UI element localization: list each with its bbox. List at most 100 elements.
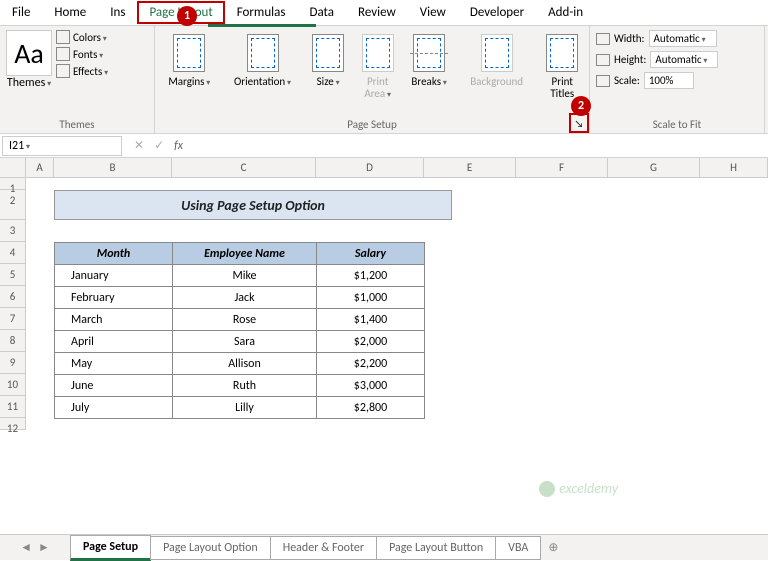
table-row: JulyLilly$2,800 xyxy=(55,397,425,419)
table-row: JanuaryMike$1,200 xyxy=(55,265,425,287)
menu-view[interactable]: View xyxy=(408,1,458,24)
colors-button[interactable]: Colors xyxy=(56,30,108,44)
row-1[interactable]: 1 xyxy=(0,178,25,190)
cell[interactable]: $1,000 xyxy=(317,287,425,309)
colors-icon xyxy=(56,30,70,44)
col-G[interactable]: G xyxy=(608,158,700,177)
size-button[interactable]: Size xyxy=(307,30,349,88)
row-11[interactable]: 11 xyxy=(0,396,25,418)
col-A[interactable]: A xyxy=(26,158,54,177)
cell[interactable]: $1,200 xyxy=(317,265,425,287)
title-cell[interactable]: Using Page Setup Option xyxy=(54,190,452,220)
print-area-button[interactable]: PrintArea xyxy=(357,30,399,100)
size-icon xyxy=(312,34,344,72)
sheet-tab-page-setup[interactable]: Page Setup xyxy=(70,535,151,561)
page-setup-group-label: Page Setup xyxy=(155,118,589,131)
row-12[interactable]: 12 xyxy=(0,418,25,430)
cell[interactable]: Allison xyxy=(173,353,317,375)
cell[interactable]: June xyxy=(55,375,173,397)
header-salary[interactable]: Salary xyxy=(317,243,425,265)
col-F[interactable]: F xyxy=(516,158,608,177)
cell[interactable]: May xyxy=(55,353,173,375)
cell[interactable]: $2,800 xyxy=(317,397,425,419)
menu-review[interactable]: Review xyxy=(346,1,408,24)
sheet-tab-vba[interactable]: VBA xyxy=(495,536,541,560)
col-B[interactable]: B xyxy=(54,158,172,177)
row-10[interactable]: 10 xyxy=(0,374,25,396)
row-3[interactable]: 3 xyxy=(0,220,25,242)
cell[interactable]: Sara xyxy=(173,331,317,353)
cell[interactable]: Mike xyxy=(173,265,317,287)
header-employee[interactable]: Employee Name xyxy=(173,243,317,265)
watermark: exceldemy xyxy=(539,480,618,497)
menu-file[interactable]: File xyxy=(0,1,42,24)
background-button[interactable]: Background xyxy=(460,30,534,88)
sheet-nav[interactable]: ◄► xyxy=(0,540,70,555)
background-label: Background xyxy=(460,76,534,88)
sheet-tab-page-layout-button[interactable]: Page Layout Button xyxy=(376,536,496,560)
name-box[interactable]: I21 xyxy=(2,136,122,156)
row-5[interactable]: 5 xyxy=(0,264,25,286)
col-C[interactable]: C xyxy=(172,158,316,177)
header-month[interactable]: Month xyxy=(55,243,173,265)
cell[interactable]: April xyxy=(55,331,173,353)
breaks-label: Breaks xyxy=(406,76,451,88)
menu-insert[interactable]: Ins xyxy=(98,1,137,24)
row-4[interactable]: 4 xyxy=(0,242,25,264)
breaks-button[interactable]: Breaks xyxy=(406,30,451,88)
row-6[interactable]: 6 xyxy=(0,286,25,308)
select-all[interactable] xyxy=(0,158,26,177)
chevron-left-icon[interactable]: ◄ xyxy=(20,540,32,555)
height-label: Height: xyxy=(614,53,646,66)
margins-label: Margins xyxy=(161,76,218,88)
sheet-tab-page-layout-option[interactable]: Page Layout Option xyxy=(150,536,271,560)
margins-button[interactable]: Margins xyxy=(161,30,218,88)
col-D[interactable]: D xyxy=(316,158,424,177)
menu-formulas[interactable]: Formulas xyxy=(225,1,298,24)
cell[interactable]: February xyxy=(55,287,173,309)
col-H[interactable]: H xyxy=(700,158,768,177)
scale-icon xyxy=(596,75,610,87)
cell[interactable]: July xyxy=(55,397,173,419)
chevron-right-icon[interactable]: ► xyxy=(38,540,50,555)
row-2[interactable]: 2 xyxy=(0,190,25,220)
page-setup-dialog-launcher[interactable]: ↘ xyxy=(569,113,589,133)
cell[interactable]: Jack xyxy=(173,287,317,309)
table-row: FebruaryJack$1,000 xyxy=(55,287,425,309)
row-9[interactable]: 9 xyxy=(0,352,25,374)
col-E[interactable]: E xyxy=(424,158,516,177)
cell[interactable]: $1,400 xyxy=(317,309,425,331)
enter-icon[interactable]: ✓ xyxy=(154,138,164,153)
column-headers: A B C D E F G H xyxy=(0,158,768,178)
menu-addin[interactable]: Add-in xyxy=(536,1,595,24)
menu-data[interactable]: Data xyxy=(297,1,346,24)
cells-area[interactable]: Using Page Setup Option Month Employee N… xyxy=(26,178,768,430)
menu-developer[interactable]: Developer xyxy=(458,1,536,24)
cell[interactable]: Ruth xyxy=(173,375,317,397)
add-sheet-button[interactable]: ⊕ xyxy=(540,536,566,559)
row-8[interactable]: 8 xyxy=(0,330,25,352)
fx-label[interactable]: fx xyxy=(174,139,183,153)
cancel-icon[interactable]: ✕ xyxy=(134,138,144,153)
orientation-icon xyxy=(247,34,279,72)
fonts-button[interactable]: Fonts xyxy=(56,47,108,61)
cell[interactable]: $3,000 xyxy=(317,375,425,397)
row-7[interactable]: 7 xyxy=(0,308,25,330)
sheet-tab-header-footer[interactable]: Header & Footer xyxy=(270,536,377,560)
cell[interactable]: $2,200 xyxy=(317,353,425,375)
themes-button[interactable]: Aa Themes xyxy=(6,30,52,90)
cell[interactable]: Rose xyxy=(173,309,317,331)
cell[interactable]: January xyxy=(55,265,173,287)
print-area-icon xyxy=(362,34,394,72)
orientation-button[interactable]: Orientation xyxy=(226,30,300,88)
menu-home[interactable]: Home xyxy=(42,1,98,24)
height-field[interactable]: Automatic xyxy=(650,51,718,68)
effects-button[interactable]: Effects xyxy=(56,64,108,78)
scale-field[interactable]: 100% xyxy=(644,72,694,89)
cell[interactable]: $2,000 xyxy=(317,331,425,353)
print-titles-button[interactable]: PrintTitles xyxy=(541,30,583,100)
sheet-tabs-bar: ◄► Page Setup Page Layout Option Header … xyxy=(0,534,768,560)
width-field[interactable]: Automatic xyxy=(649,30,717,47)
cell[interactable]: March xyxy=(55,309,173,331)
cell[interactable]: Lilly xyxy=(173,397,317,419)
